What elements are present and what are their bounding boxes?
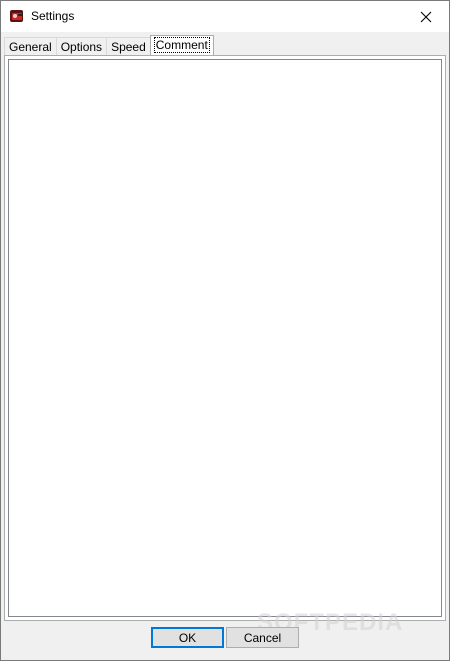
window-title: Settings — [31, 9, 75, 23]
settings-window: Settings General Options Speed Comment S… — [0, 0, 450, 661]
tab-strip: General Options Speed Comment — [4, 35, 214, 55]
close-button[interactable] — [403, 1, 449, 32]
tab-panel — [4, 55, 446, 621]
tab-general[interactable]: General — [4, 37, 57, 55]
tab-speed[interactable]: Speed — [106, 37, 151, 55]
tab-label: Speed — [111, 40, 146, 54]
tab-comment[interactable]: Comment — [149, 35, 214, 55]
tab-options[interactable]: Options — [55, 37, 108, 55]
close-icon — [420, 11, 432, 22]
tab-label: Options — [60, 40, 103, 54]
tab-label: General — [9, 40, 52, 54]
cancel-button[interactable]: Cancel — [226, 627, 299, 648]
title-bar[interactable]: Settings — [1, 1, 449, 32]
app-icon — [9, 8, 25, 24]
comment-textarea[interactable] — [8, 59, 442, 617]
ok-button[interactable]: OK — [151, 627, 224, 648]
tab-label: Comment — [153, 37, 210, 53]
